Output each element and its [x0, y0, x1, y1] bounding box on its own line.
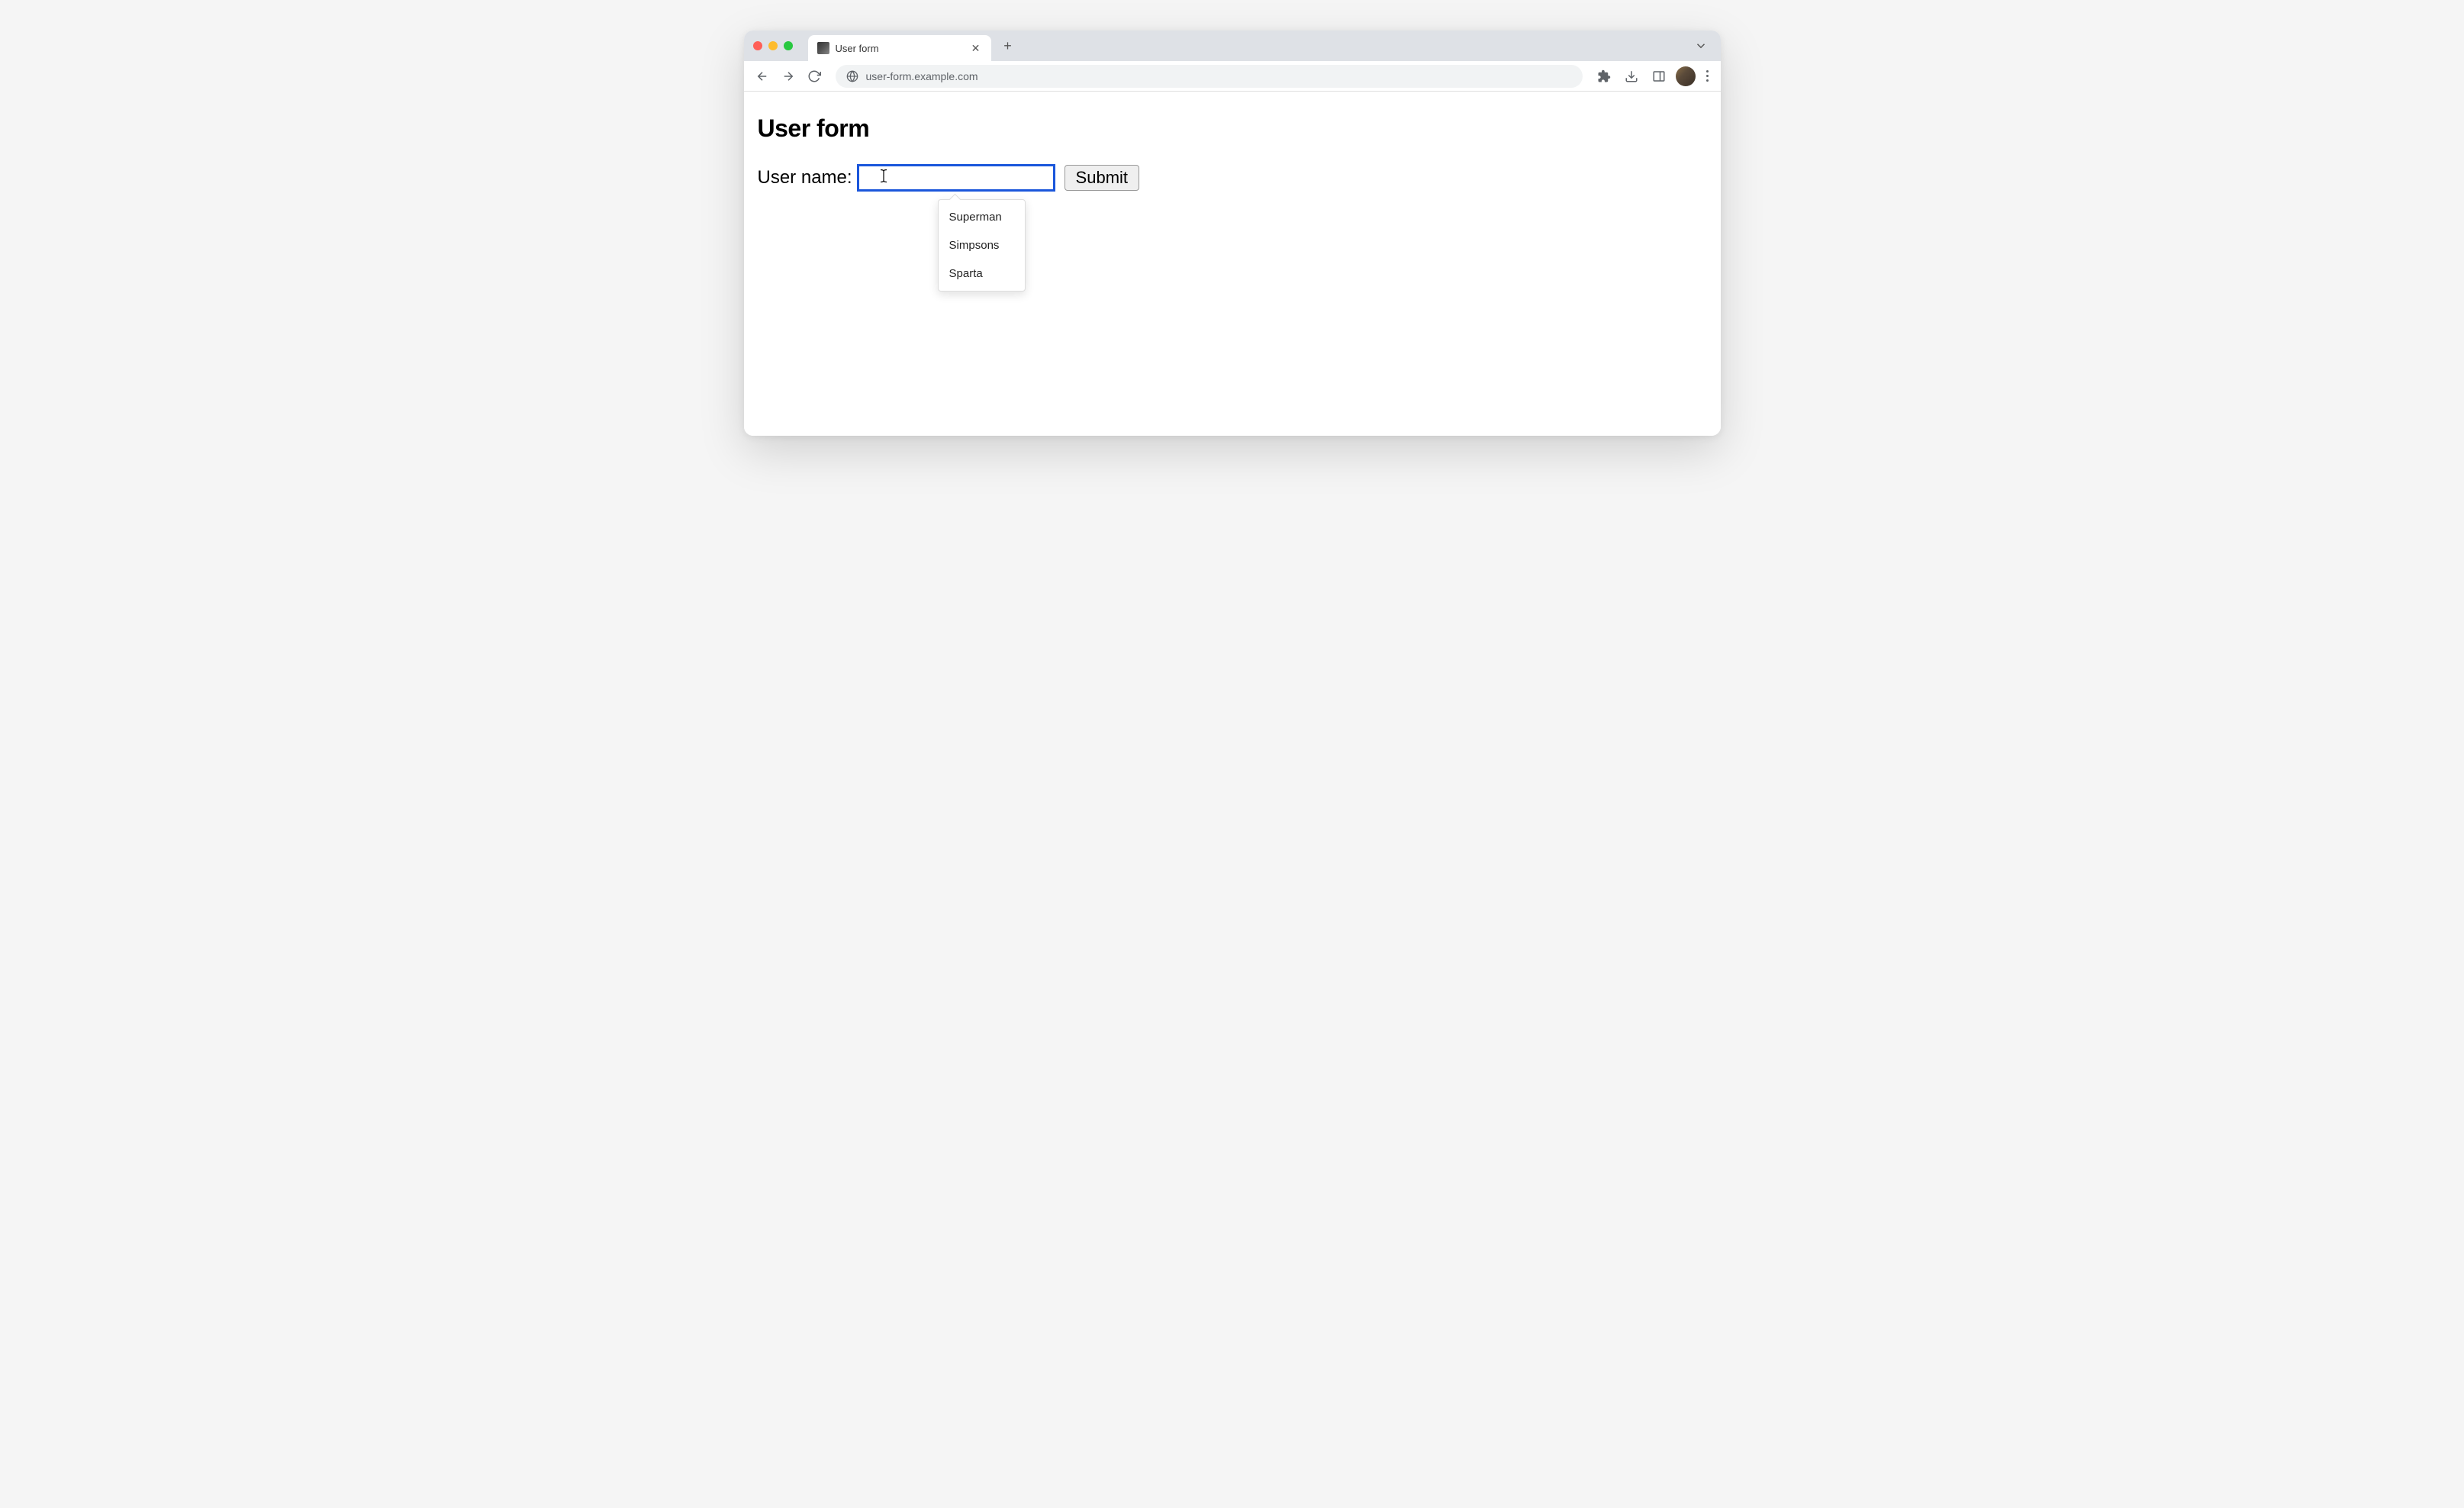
submit-button[interactable]: Submit: [1065, 165, 1139, 191]
extensions-button[interactable]: [1593, 66, 1615, 87]
browser-tab[interactable]: User form ✕: [808, 35, 991, 61]
reload-button[interactable]: [804, 66, 825, 87]
close-tab-button[interactable]: ✕: [970, 42, 982, 54]
profile-avatar[interactable]: [1676, 66, 1696, 86]
window-controls: [753, 41, 793, 50]
url-text: user-form.example.com: [866, 70, 978, 82]
page-content: User form User name: Superman Simpsons S…: [744, 92, 1721, 436]
address-bar[interactable]: user-form.example.com: [836, 65, 1583, 88]
user-form: User name: Superman Simpsons Sparta Subm…: [758, 164, 1707, 192]
toolbar-right: [1593, 66, 1713, 87]
close-window-button[interactable]: [753, 41, 762, 50]
minimize-window-button[interactable]: [768, 41, 778, 50]
new-tab-button[interactable]: +: [997, 35, 1019, 56]
forward-button[interactable]: [778, 66, 799, 87]
autocomplete-item[interactable]: Sparta: [939, 259, 1025, 288]
globe-icon: [846, 70, 858, 82]
autocomplete-item[interactable]: Superman: [939, 203, 1025, 231]
maximize-window-button[interactable]: [784, 41, 793, 50]
browser-window: User form ✕ + user-form.example.c: [744, 31, 1721, 436]
downloads-button[interactable]: [1621, 66, 1642, 87]
favicon-icon: [817, 42, 829, 54]
username-label: User name:: [758, 167, 852, 188]
username-input-wrapper: Superman Simpsons Sparta: [857, 164, 1055, 192]
browser-chrome: User form ✕ + user-form.example.c: [744, 31, 1721, 92]
autocomplete-item[interactable]: Simpsons: [939, 231, 1025, 259]
back-button[interactable]: [752, 66, 773, 87]
chrome-menu-button[interactable]: [1702, 66, 1713, 86]
browser-toolbar: user-form.example.com: [744, 61, 1721, 92]
tab-title: User form: [836, 43, 970, 54]
side-panel-button[interactable]: [1648, 66, 1670, 87]
tab-overflow-button[interactable]: [1690, 35, 1712, 56]
username-input[interactable]: [857, 164, 1055, 192]
autocomplete-dropdown: Superman Simpsons Sparta: [938, 199, 1026, 292]
page-title: User form: [758, 114, 1707, 143]
tab-bar: User form ✕ +: [744, 31, 1721, 61]
